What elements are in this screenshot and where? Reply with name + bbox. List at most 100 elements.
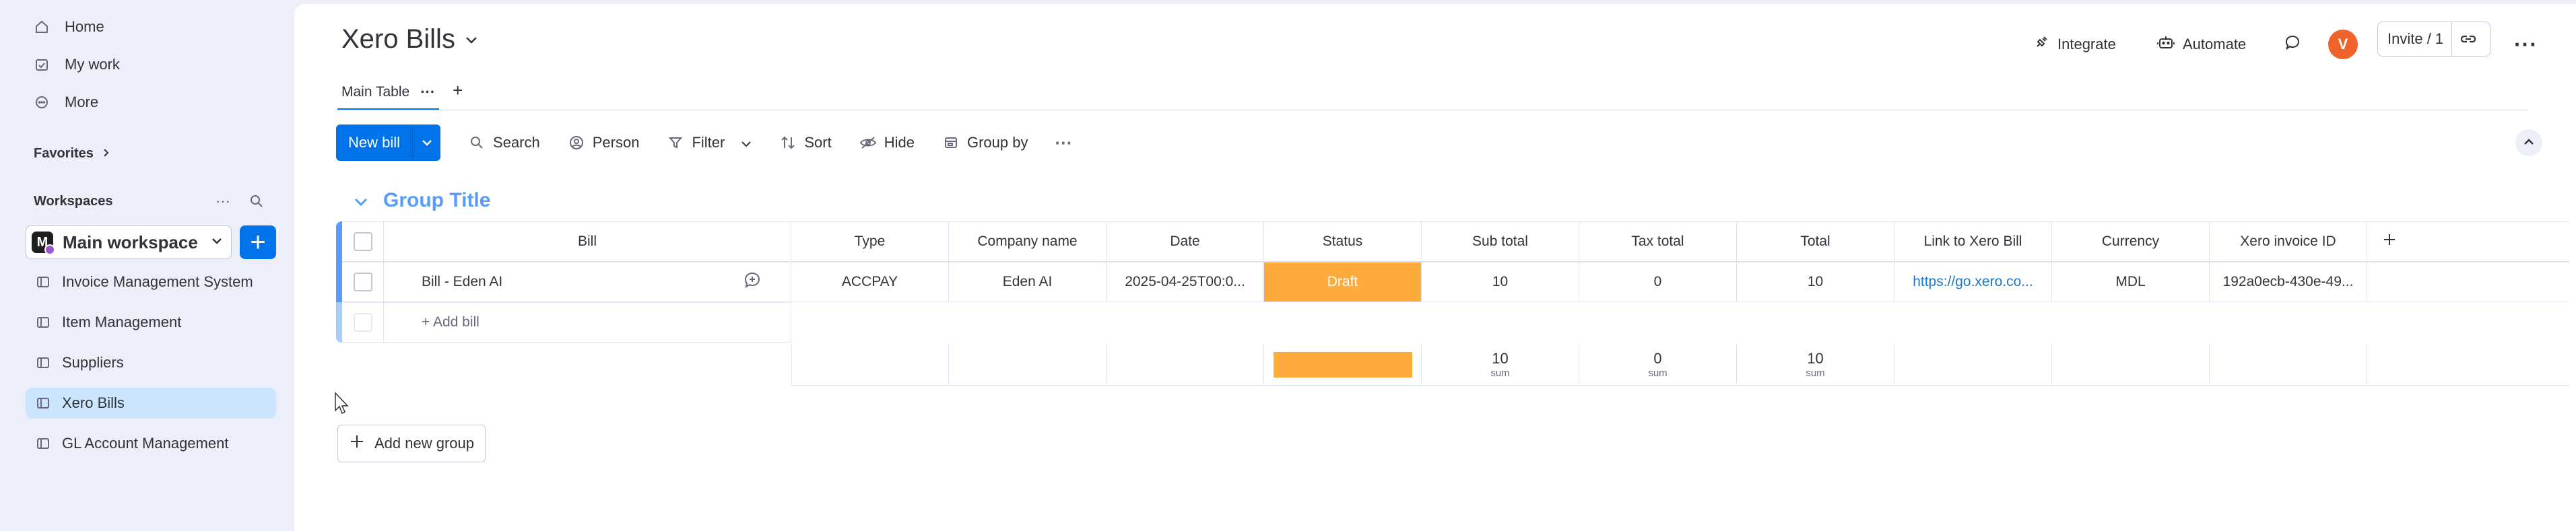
column-header-status[interactable]: Status <box>1264 221 1422 262</box>
column-header-total[interactable]: Total <box>1737 221 1894 262</box>
row-select-cell[interactable] <box>342 262 384 302</box>
collapse-header-button[interactable] <box>2515 129 2542 156</box>
tab-main-table[interactable]: Main Table ··· <box>337 83 440 110</box>
person-filter-button[interactable]: Person <box>567 133 640 152</box>
add-new-group-button[interactable]: Add new group <box>337 425 486 462</box>
column-header-date[interactable]: Date <box>1107 221 1264 262</box>
total-cell[interactable]: 10 <box>1737 262 1894 302</box>
open-item-updates-button[interactable] <box>713 262 791 302</box>
summary-empty <box>949 344 1107 386</box>
sidebar-item-my-work[interactable]: My work <box>26 49 276 80</box>
user-avatar-button[interactable]: V <box>2328 28 2358 61</box>
hide-label: Hide <box>884 134 915 151</box>
currency-cell[interactable]: MDL <box>2052 262 2210 302</box>
select-all-cell[interactable] <box>342 221 384 262</box>
sidebar-item-label: My work <box>65 56 120 73</box>
sidebar-item-gl-account-management[interactable]: GL Account Management <box>26 428 276 459</box>
add-column-button[interactable] <box>2367 221 2569 262</box>
row-checkbox[interactable] <box>353 273 372 291</box>
column-header-type[interactable]: Type <box>791 221 949 262</box>
sidebar-item-more[interactable]: More <box>26 87 276 118</box>
column-header-link[interactable]: Link to Xero Bill <box>1894 221 2052 262</box>
new-bill-button[interactable]: New bill <box>336 125 412 161</box>
sort-icon <box>779 133 797 152</box>
sidebar-item-label: Suppliers <box>62 354 124 371</box>
company-cell[interactable]: Eden AI <box>949 262 1107 302</box>
chevron-down-icon[interactable] <box>741 134 752 151</box>
person-icon <box>567 133 586 152</box>
column-header-company[interactable]: Company name <box>949 221 1107 262</box>
chevron-right-icon <box>102 146 110 162</box>
updates-button[interactable] <box>2284 28 2301 61</box>
sub-total-summary[interactable]: 10 sum <box>1422 344 1579 386</box>
workspaces-label: Workspaces <box>34 194 113 209</box>
sidebar-item-home[interactable]: Home <box>26 11 276 42</box>
integrate-label: Integrate <box>2057 36 2116 52</box>
group-by-label: Group by <box>966 134 1028 151</box>
search-button[interactable]: Search <box>467 133 540 152</box>
add-bill-input[interactable]: + Add bill <box>384 302 791 343</box>
column-header-currency[interactable]: Currency <box>2052 221 2210 262</box>
bill-name-cell[interactable]: Bill - Eden AI <box>384 262 713 302</box>
group-header[interactable]: Group Title <box>354 187 490 214</box>
board-title[interactable]: Xero Bills <box>341 24 478 55</box>
tax-total-sum: 0 <box>1653 350 1662 367</box>
workspace-options-icon[interactable]: ··· <box>213 191 233 211</box>
toolbar-more-button[interactable]: ··· <box>1055 133 1072 153</box>
add-workspace-item-button[interactable]: + <box>240 225 276 259</box>
sidebar-item-suppliers[interactable]: Suppliers <box>26 347 276 378</box>
sub-total-cell[interactable]: 10 <box>1422 262 1579 302</box>
board-icon <box>32 433 54 454</box>
mouse-pointer-icon <box>334 392 350 419</box>
sidebar-item-label: Invoice Management System <box>62 273 253 290</box>
status-summary[interactable] <box>1264 344 1422 386</box>
hide-button[interactable]: Hide <box>859 133 915 152</box>
sidebar-item-label: Item Management <box>62 314 182 330</box>
robot-icon <box>2157 34 2175 55</box>
tax-total-cell[interactable]: 0 <box>1579 262 1737 302</box>
favorites-section[interactable]: Favorites <box>34 146 110 162</box>
filter-button[interactable]: Filter <box>666 133 752 152</box>
sidebar: Home My work More Favorites Workspaces ·… <box>0 0 291 531</box>
new-bill-dropdown-icon[interactable] <box>412 125 440 161</box>
invite-button[interactable]: Invite / 1 <box>2378 22 2453 56</box>
total-summary[interactable]: 10 sum <box>1737 344 1894 386</box>
sum-label: sum <box>1490 367 1510 379</box>
status-cell[interactable]: Draft <box>1264 262 1422 302</box>
group-title[interactable]: Group Title <box>383 189 490 212</box>
group-color-bar <box>336 302 342 343</box>
person-label: Person <box>592 134 640 151</box>
table-row[interactable]: Bill - Eden AI ACCPAY Eden AI 2025-04-25… <box>336 262 2569 302</box>
date-cell[interactable]: 2025-04-25T00:0... <box>1107 262 1264 302</box>
column-header-invoice-id[interactable]: Xero invoice ID <box>2210 221 2367 262</box>
workspace-name: Main workspace <box>63 232 198 252</box>
column-header-bill[interactable]: Bill <box>384 221 791 262</box>
search-icon[interactable] <box>246 191 267 211</box>
column-header-sub-total[interactable]: Sub total <box>1422 221 1579 262</box>
type-cell[interactable]: ACCPAY <box>791 262 949 302</box>
summary-empty <box>2210 344 2367 386</box>
filter-label: Filter <box>692 134 725 151</box>
integrate-button[interactable]: Integrate <box>2033 28 2116 61</box>
column-header-tax-total[interactable]: Tax total <box>1579 221 1737 262</box>
calendar-check-icon <box>31 54 53 75</box>
copy-link-icon[interactable] <box>2452 22 2484 56</box>
workspace-selector[interactable]: M Main workspace <box>26 225 232 259</box>
chevron-down-icon[interactable] <box>354 189 368 212</box>
sort-button[interactable]: Sort <box>779 133 832 152</box>
group-by-icon <box>942 133 960 152</box>
search-label: Search <box>493 134 540 151</box>
board-menu-button[interactable]: ··· <box>2514 28 2538 61</box>
automate-button[interactable]: Automate <box>2157 28 2246 61</box>
invoice-id-cell[interactable]: 192a0ecb-430e-49... <box>2210 262 2367 302</box>
xero-link-cell[interactable]: https://go.xero.co... <box>1894 262 2052 302</box>
tax-total-summary[interactable]: 0 sum <box>1579 344 1737 386</box>
sidebar-item-xero-bills[interactable]: Xero Bills <box>26 388 276 419</box>
tab-options-icon[interactable]: ··· <box>420 83 435 101</box>
sum-label: sum <box>1648 367 1667 379</box>
sidebar-item-invoice-management-system[interactable]: Invoice Management System <box>26 267 276 297</box>
select-all-checkbox[interactable] <box>353 232 372 251</box>
add-view-button[interactable]: + <box>453 80 463 110</box>
sidebar-item-item-management[interactable]: Item Management <box>26 307 276 338</box>
group-by-button[interactable]: Group by <box>942 133 1028 152</box>
